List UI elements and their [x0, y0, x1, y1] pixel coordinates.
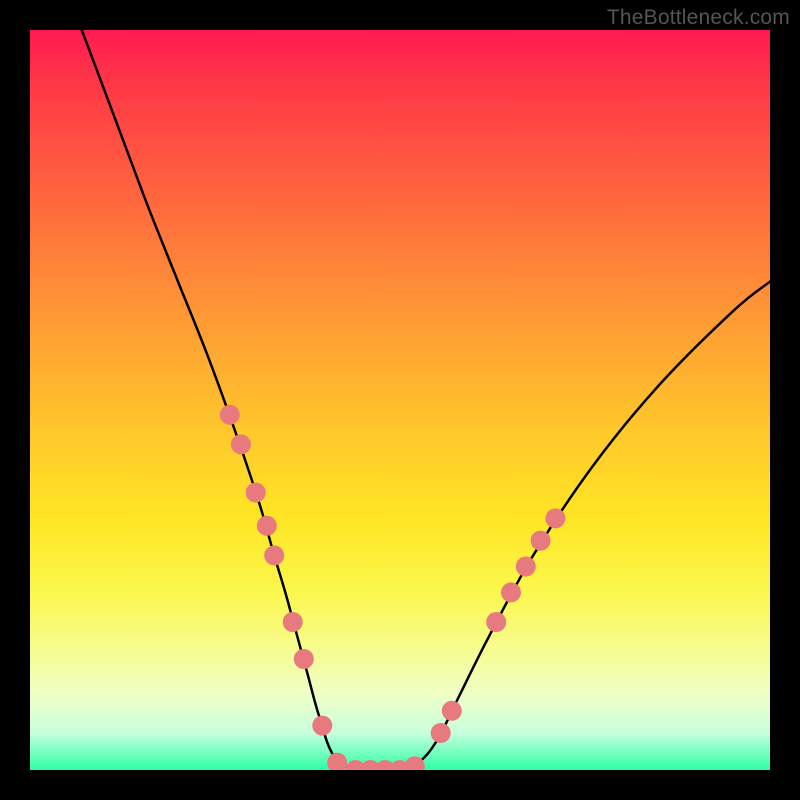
curve-marker: [545, 508, 565, 528]
curve-marker: [312, 716, 332, 736]
curve-marker: [486, 612, 506, 632]
chart-plot-area: [30, 30, 770, 770]
curve-line: [82, 30, 770, 770]
watermark-text: TheBottleneck.com: [607, 6, 790, 30]
curve-marker: [327, 753, 347, 770]
curve-marker: [516, 557, 536, 577]
chart-frame: TheBottleneck.com: [0, 0, 800, 800]
chart-svg: [30, 30, 770, 770]
curve-marker: [442, 701, 462, 721]
curve-marker: [220, 405, 240, 425]
curve-marker: [531, 531, 551, 551]
curve-marker: [501, 582, 521, 602]
curve-marker: [257, 516, 277, 536]
curve-marker: [294, 649, 314, 669]
curve-markers: [220, 405, 566, 770]
curve-marker: [246, 483, 266, 503]
curve-marker: [264, 545, 284, 565]
curve-marker: [231, 434, 251, 454]
curve-marker: [283, 612, 303, 632]
curve-marker: [431, 723, 451, 743]
